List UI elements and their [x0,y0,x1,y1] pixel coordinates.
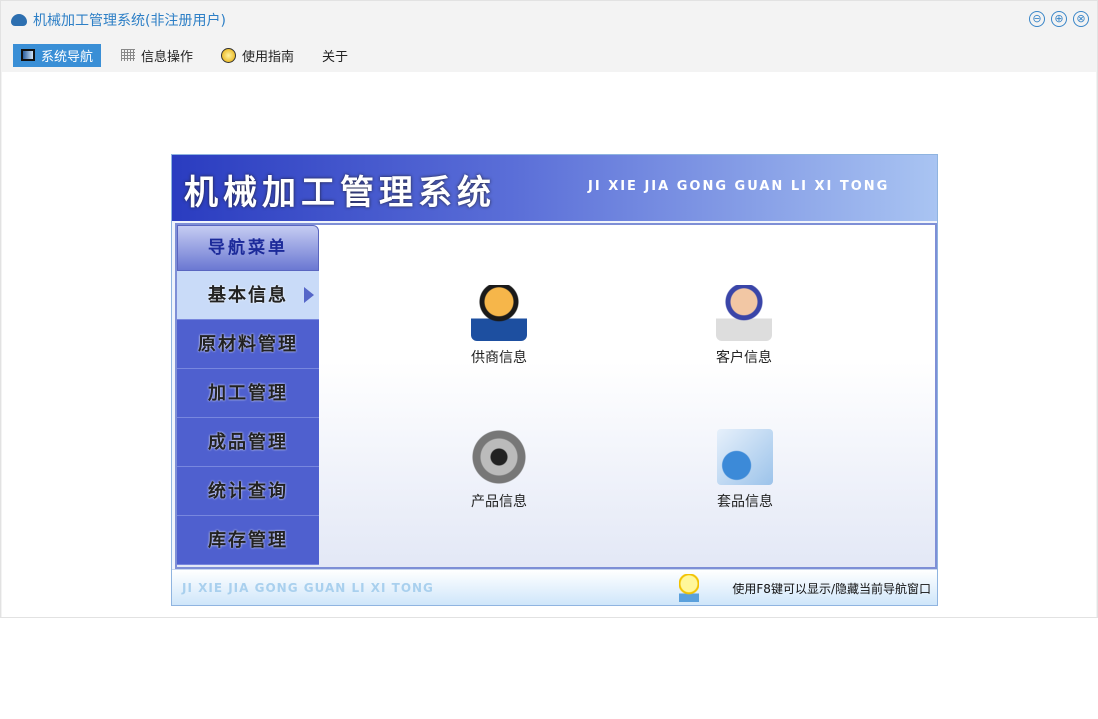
nav-item-processing[interactable]: 加工管理 [177,369,319,418]
banner-pinyin: JI XIE JIA GONG GUAN LI XI TONG [588,179,890,194]
grid-icon [121,49,136,61]
close-button[interactable]: ⊗ [1073,11,1089,27]
folder-gear-icon [717,429,773,485]
minimize-button[interactable]: ⊖ [1029,11,1045,27]
nav-header: 导航菜单 [177,225,319,271]
monitor-icon [21,49,35,61]
businessman-icon [471,285,527,341]
menu-about[interactable]: 关于 [314,44,356,67]
menu-guide[interactable]: 使用指南 [213,44,302,67]
banner: 机械加工管理系统 JI XIE JIA GONG GUAN LI XI TONG [172,155,937,221]
nav-item-basic-info[interactable]: 基本信息 [177,271,319,320]
help-icon [221,47,237,63]
tile-kit-info[interactable]: 套品信息 [695,429,795,511]
banner-title: 机械加工管理系统 [184,173,496,213]
status-footer: JI XIE JIA GONG GUAN LI XI TONG 使用F8键可以显… [172,569,937,605]
menu-bar: 系统导航 信息操作 使用指南 关于 [1,39,1097,71]
nav-item-statistics[interactable]: 统计查询 [177,467,319,516]
tile-product-info[interactable]: 产品信息 [449,429,549,511]
nav-menu: 导航菜单 基本信息 原材料管理 加工管理 成品管理 统计查询 库存管理 [177,225,319,567]
gear-icon [471,429,527,485]
tile-supplier-info[interactable]: 供商信息 [449,285,549,367]
maximize-button[interactable]: ⊕ [1051,11,1067,27]
nav-item-products[interactable]: 成品管理 [177,418,319,467]
tile-customer-info[interactable]: 客户信息 [694,285,794,367]
nav-item-materials[interactable]: 原材料管理 [177,320,319,369]
footer-pinyin: JI XIE JIA GONG GUAN LI XI TONG [182,581,434,595]
window-title: 机械加工管理系统(非注册用户) [33,13,226,29]
lightbulb-icon [679,574,699,602]
app-logo-icon [11,14,27,26]
title-bar: 机械加工管理系统(非注册用户) ⊖ ⊕ ⊗ [1,1,1097,39]
menu-info-ops[interactable]: 信息操作 [113,44,201,67]
footer-tip: 使用F8键可以显示/隐藏当前导航窗口 [732,582,931,596]
customer-icon [716,285,772,341]
menu-system-nav[interactable]: 系统导航 [13,43,102,67]
navigation-panel: 机械加工管理系统 JI XIE JIA GONG GUAN LI XI TONG… [171,154,938,606]
nav-item-inventory[interactable]: 库存管理 [177,516,319,565]
